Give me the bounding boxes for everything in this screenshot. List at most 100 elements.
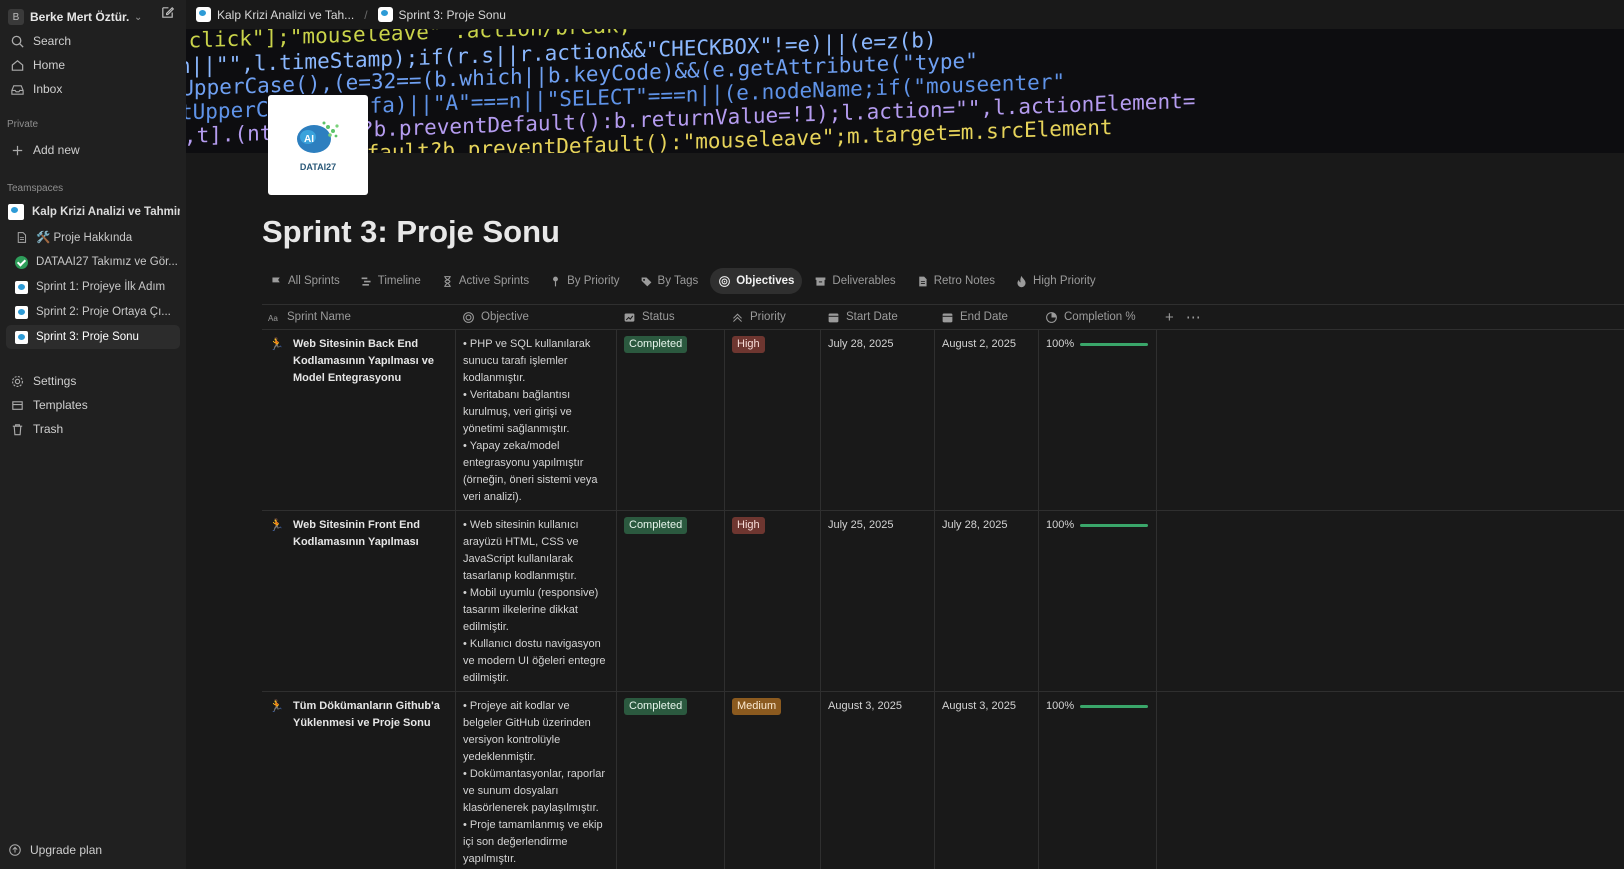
column-header-completion[interactable]: Completion %	[1039, 305, 1157, 329]
trash-icon	[12, 423, 23, 435]
upgrade-icon	[9, 844, 21, 856]
note-icon	[918, 276, 927, 286]
cell-status[interactable]: Completed	[617, 330, 725, 510]
sidebar-item-sprint-1[interactable]: Sprint 1: Projeye İlk Adım	[6, 275, 180, 299]
cell-completion[interactable]: 100%	[1039, 692, 1157, 869]
cell-status[interactable]: Completed	[617, 692, 725, 869]
column-header-priority[interactable]: Priority	[725, 305, 821, 329]
sidebar-item-proje-hakkinda[interactable]: 🛠️ Proje Hakkında	[6, 225, 180, 249]
table-row[interactable]: 🏃 Tüm Dökümanların Github'a Yüklenmesi ve…	[262, 692, 1624, 869]
cell-end-date[interactable]: July 28, 2025	[935, 511, 1039, 691]
column-label: Completion %	[1064, 311, 1136, 323]
tab-by-priority[interactable]: By Priority	[541, 268, 627, 294]
private-section-label: Private	[7, 119, 39, 130]
nav-trash[interactable]: Trash	[6, 417, 180, 441]
new-page-icon[interactable]	[160, 5, 175, 20]
breadcrumb-label: Sprint 3: Proje Sonu	[398, 7, 506, 22]
cell-completion[interactable]: 100%	[1039, 511, 1157, 691]
column-header-status[interactable]: Status	[617, 305, 725, 329]
breadcrumb-label: Kalp Krizi Analizi ve Tah...	[217, 7, 355, 22]
topbar: Kalp Krizi Analizi ve Tah... / Sprint 3:…	[186, 0, 1624, 29]
sidebar-item-sprint-2[interactable]: Sprint 2: Proje Ortaya Çı...	[6, 300, 180, 324]
table-row[interactable]: 🏃 Web Sitesinin Front End Kodlamasının Ya…	[262, 511, 1624, 692]
check-circle-icon	[15, 255, 28, 269]
chevron-down-icon[interactable]: ⌄	[134, 12, 142, 23]
cell-end-date[interactable]: August 2, 2025	[935, 330, 1039, 510]
more-options-icon[interactable]: ⋯	[1186, 308, 1201, 326]
tab-by-tags[interactable]: By Tags	[632, 268, 707, 294]
nav-settings[interactable]: Settings	[6, 369, 180, 393]
sidebar-item-teamspace[interactable]: Kalp Krizi Analizi ve Tahmini	[6, 200, 180, 224]
cell-priority[interactable]: Medium	[725, 692, 821, 869]
cell-objective[interactable]: • Web sitesinin kullanıcı arayüzü HTML, …	[456, 511, 617, 691]
progress-bar	[1080, 705, 1149, 708]
nav-search[interactable]: Search	[6, 29, 180, 53]
logo-text: DATAI27	[299, 161, 337, 172]
running-person-icon: 🏃	[269, 699, 284, 713]
cell-objective[interactable]: • PHP ve SQL kullanılarak sunucu tarafı …	[456, 330, 617, 510]
upgrade-plan-button[interactable]: Upgrade plan	[8, 843, 102, 857]
column-header-objective[interactable]: Objective	[456, 305, 617, 329]
sidebar-item-label: 🛠️ Proje Hakkında	[36, 232, 133, 244]
cell-start-date[interactable]: July 25, 2025	[821, 511, 935, 691]
cell-empty	[1157, 330, 1624, 510]
breadcrumb-teamspace[interactable]: Kalp Krizi Analizi ve Tah...	[196, 7, 354, 22]
priority-badge: High	[732, 336, 765, 353]
sidebar-item-sprint-3[interactable]: Sprint 3: Proje Sonu	[6, 325, 180, 349]
sidebar-item-label: Kalp Krizi Analizi ve Tahmini	[32, 206, 180, 218]
breadcrumb-current-page[interactable]: Sprint 3: Proje Sonu	[377, 7, 506, 22]
column-header-sprint-name[interactable]: Aa Sprint Name	[262, 305, 456, 329]
cell-sprint-name[interactable]: 🏃 Tüm Dökümanların Github'a Yüklenmesi ve…	[262, 692, 456, 869]
search-icon	[11, 35, 24, 48]
page-logo-icon	[377, 7, 393, 22]
database-views-bar: All Sprints Timeline Active Sprints By P…	[262, 268, 1108, 294]
cell-objective[interactable]: • Projeye ait kodlar ve belgeler GitHub …	[456, 692, 617, 869]
cell-start-date[interactable]: August 3, 2025	[821, 692, 935, 869]
add-new-button[interactable]: Add new	[6, 138, 180, 162]
cell-priority[interactable]: High	[725, 511, 821, 691]
tab-active-sprints[interactable]: Active Sprints	[433, 268, 537, 294]
nav-templates[interactable]: Templates	[6, 393, 180, 417]
cell-priority[interactable]: High	[725, 330, 821, 510]
cell-sprint-name[interactable]: 🏃 Web Sitesinin Back End Kodlamasının Yap…	[262, 330, 456, 510]
table-row[interactable]: 🏃 Web Sitesinin Back End Kodlamasının Yap…	[262, 330, 1624, 511]
add-new-label: Add new	[33, 143, 80, 157]
column-header-end-date[interactable]: End Date	[935, 305, 1039, 329]
tab-timeline[interactable]: Timeline	[352, 268, 429, 294]
sprints-table: Aa Sprint Name Objective Status Priority…	[262, 304, 1624, 869]
priority-badge: High	[732, 517, 765, 534]
sidebar-item-takim[interactable]: DATAAI27 Takımız ve Gör...	[6, 250, 180, 274]
cell-end-date[interactable]: August 3, 2025	[935, 692, 1039, 869]
tab-all-sprints[interactable]: All Sprints	[262, 268, 348, 294]
nav-inbox[interactable]: Inbox	[6, 77, 180, 101]
running-person-icon: 🏃	[269, 518, 284, 532]
nav-home-label: Home	[33, 58, 66, 72]
sidebar-item-label: Sprint 1: Projeye İlk Adım	[36, 281, 166, 293]
tab-high-priority[interactable]: High Priority	[1007, 268, 1104, 294]
nav-trash-label: Trash	[33, 422, 64, 436]
end-date: August 2, 2025	[942, 338, 1017, 350]
workspace-switcher[interactable]: B Berke Mert Öztür... ⌄	[8, 4, 180, 30]
tab-label: Timeline	[377, 275, 421, 287]
timeline-icon	[361, 276, 371, 286]
svg-text:Aa: Aa	[268, 313, 278, 322]
sprints-icon	[272, 276, 280, 286]
tab-objectives[interactable]: Objectives	[710, 268, 803, 294]
page-cover-image[interactable]: .click"];"mouseleave" .action/break; n||…	[186, 29, 1624, 153]
calendar-icon	[942, 312, 953, 322]
cell-status[interactable]: Completed	[617, 511, 725, 691]
add-column-icon[interactable]: +	[1165, 309, 1174, 326]
status-icon	[624, 312, 635, 322]
nav-home[interactable]: Home	[6, 53, 180, 77]
column-header-start-date[interactable]: Start Date	[821, 305, 935, 329]
page-icon-logo[interactable]: AI DATAI27	[268, 95, 368, 195]
cell-start-date[interactable]: July 28, 2025	[821, 330, 935, 510]
cell-sprint-name[interactable]: 🏃 Web Sitesinin Front End Kodlamasının Ya…	[262, 511, 456, 691]
end-date: August 3, 2025	[942, 700, 1017, 712]
tab-deliverables[interactable]: Deliverables	[806, 268, 903, 294]
tab-retro-notes[interactable]: Retro Notes	[908, 268, 1003, 294]
page-title[interactable]: Sprint 3: Proje Sonu	[262, 214, 560, 250]
cell-completion[interactable]: 100%	[1039, 330, 1157, 510]
page-logo-icon	[15, 305, 28, 319]
pie-chart-icon	[1046, 311, 1057, 323]
